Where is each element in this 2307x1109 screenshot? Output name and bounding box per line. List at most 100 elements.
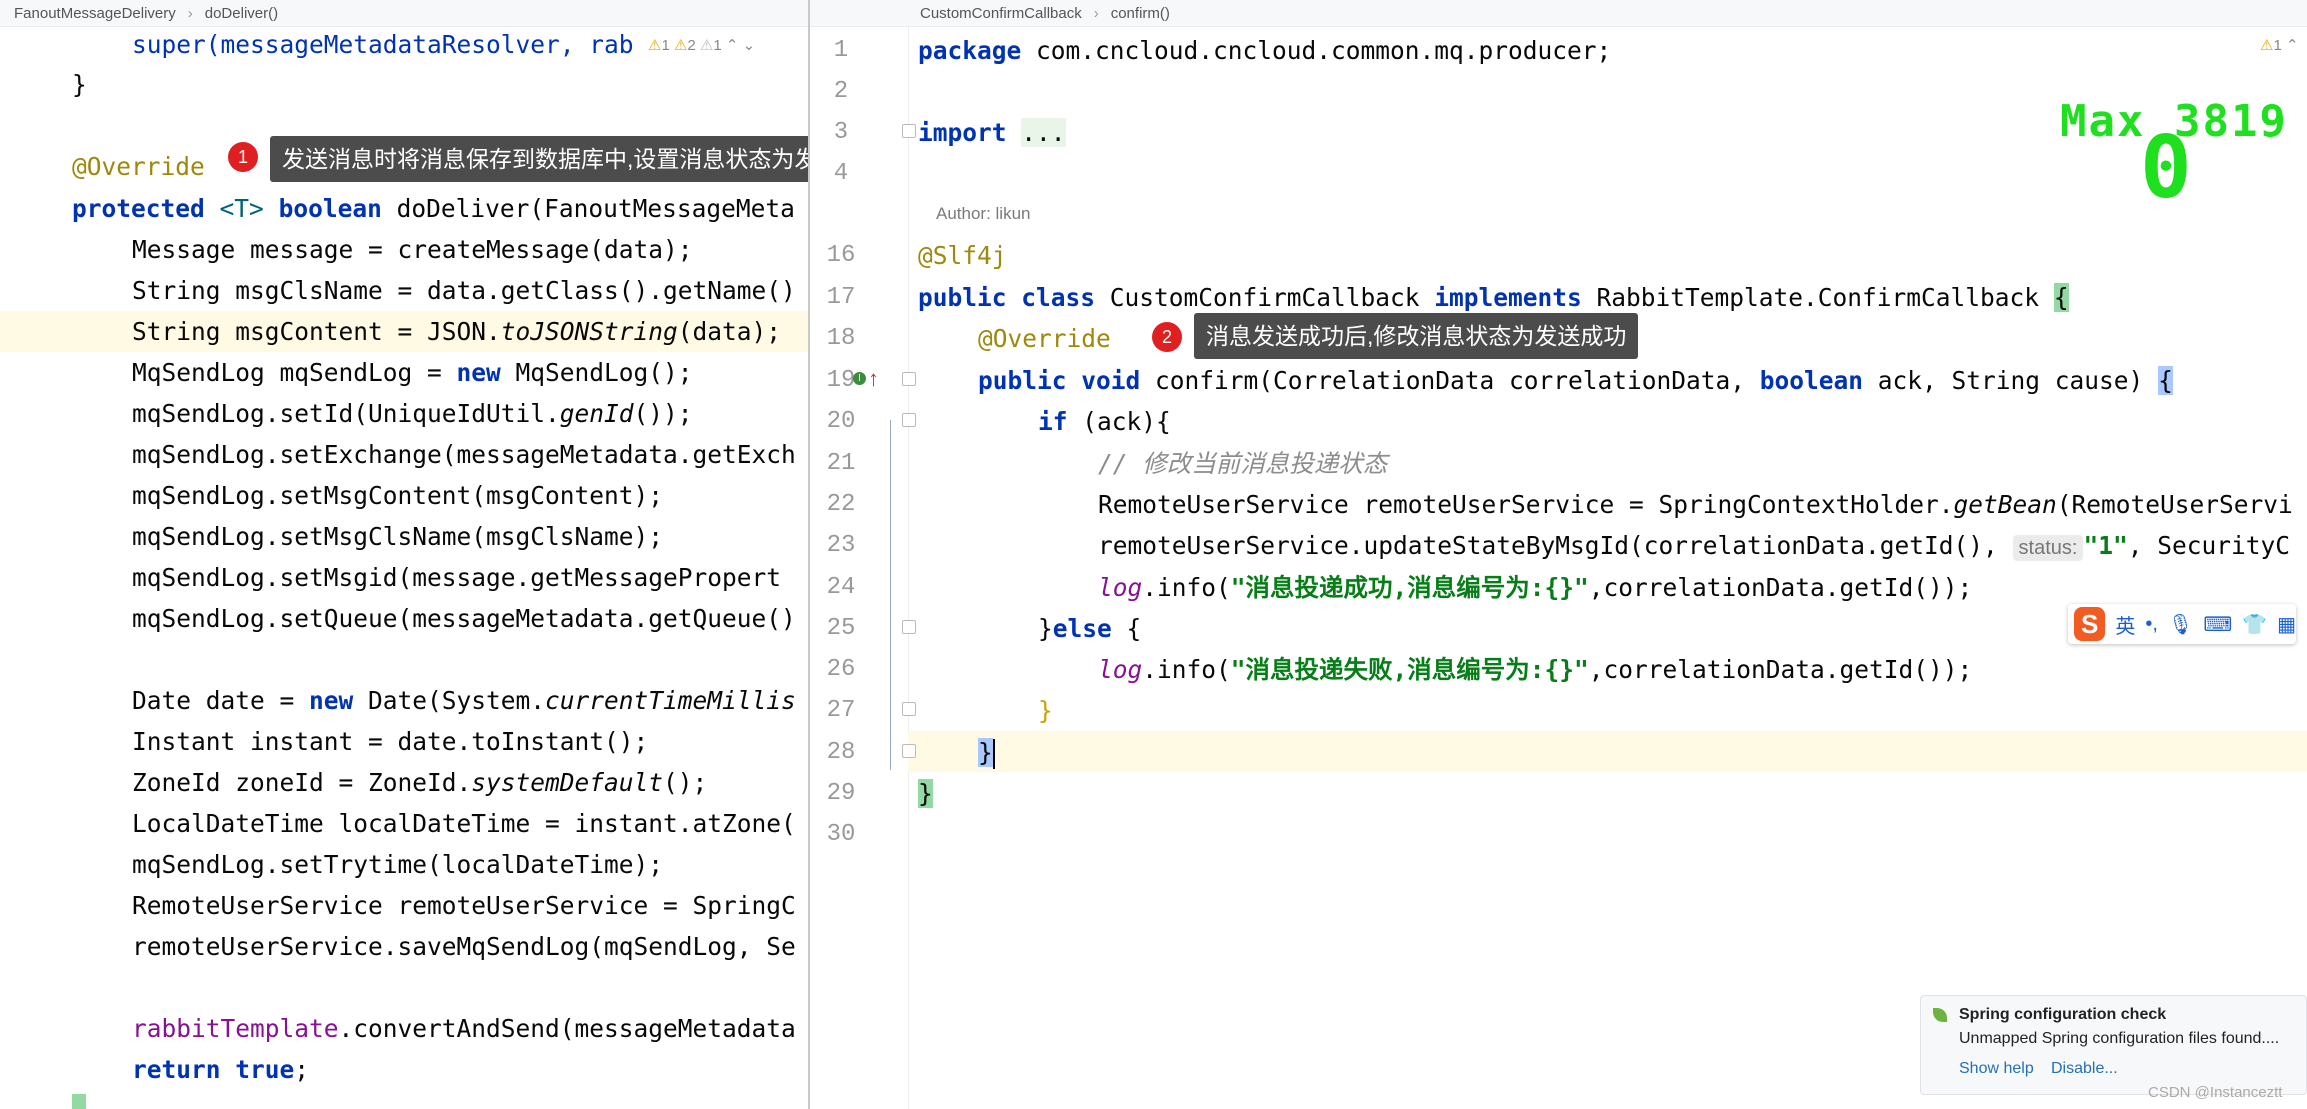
author-inlay[interactable]: Author: likun [936, 204, 1031, 224]
fold-icon[interactable] [902, 744, 916, 758]
breadcrumb-method[interactable]: confirm() [1111, 5, 1170, 22]
current-line-highlight [908, 731, 2307, 772]
breadcrumb: CustomConfirmCallback › confirm() [810, 0, 2307, 27]
code-token: rabbitTemplate [132, 1014, 339, 1043]
code-line[interactable]: log.info("消息投递成功,消息编号为:{}",correlationDa… [1098, 567, 1972, 608]
code-line[interactable]: String msgContent = JSON.toJSONString(da… [132, 311, 781, 352]
code-token: systemDefault [471, 768, 664, 797]
inspection-widget[interactable]: ⚠1 ⚠2 ⚠1 ⌃ ⌄ [648, 36, 755, 54]
code-line[interactable]: import ... [918, 112, 1066, 153]
fold-icon[interactable] [902, 620, 916, 634]
code-line[interactable]: mqSendLog.setMsgid(message.getMessagePro… [132, 557, 781, 598]
code-line[interactable]: @Slf4j [918, 235, 1007, 276]
code-line[interactable]: @Override [72, 146, 205, 187]
weak-warning-icon: ⚠ [699, 37, 714, 54]
code-line[interactable]: Instant instant = date.toInstant(); [132, 721, 648, 762]
code-line[interactable]: return true; [132, 1049, 309, 1090]
implements-gutter-icon[interactable]: I [853, 372, 866, 385]
warning-icon: ⚠ [673, 37, 688, 54]
ime-punctuation-toggle[interactable]: •, [2145, 613, 2158, 636]
left-editor-pane[interactable]: FanoutMessageDelivery › doDeliver() supe… [0, 0, 809, 1109]
line-number: 20 [826, 408, 856, 435]
code-line[interactable]: mqSendLog.setExchange(messageMetadata.ge… [132, 434, 796, 475]
disable-link[interactable]: Disable... [2051, 1060, 2118, 1078]
sogou-logo-icon[interactable]: S [2074, 607, 2106, 641]
ime-language-toggle[interactable]: 英 [2115, 610, 2135, 639]
code-line[interactable]: RemoteUserService remoteUserService = Sp… [1098, 484, 2293, 525]
code-line[interactable]: public class CustomConfirmCallback imple… [918, 277, 2069, 318]
code-line[interactable]: protected <T> boolean doDeliver(FanoutMe… [72, 188, 795, 229]
code-token: { [1111, 614, 1142, 643]
line-number: 17 [826, 284, 856, 311]
line-number: 21 [826, 450, 856, 477]
code-token: } [918, 779, 933, 808]
code-line[interactable]: String msgClsName = data.getClass().getN… [132, 270, 796, 311]
code-token: log [1098, 573, 1143, 602]
ime-toolbar[interactable]: S 英 •, 🎙 ⌨ 👕 ▦ [2068, 604, 2296, 644]
keyboard-icon[interactable]: ⌨ [2203, 612, 2232, 637]
code-line[interactable]: mqSendLog.setId(UniqueIdUtil.genId()); [132, 393, 693, 434]
code-token: CustomConfirmCallback [1095, 283, 1435, 312]
code-line[interactable]: Message message = createMessage(data); [132, 229, 693, 270]
microphone-icon[interactable]: 🎙 [2168, 612, 2193, 637]
chevron-up-icon[interactable]: ⌃ [2286, 37, 2299, 54]
fold-icon[interactable] [902, 413, 916, 427]
show-help-link[interactable]: Show help [1959, 1060, 2034, 1078]
inspection-widget[interactable]: ⚠1 ⌃ [2260, 36, 2299, 54]
code-token: remoteUserService.updateStateByMsgId(cor… [1098, 531, 2013, 560]
code-line[interactable]: }else { [1038, 608, 1141, 649]
breadcrumb-class[interactable]: FanoutMessageDelivery [14, 5, 176, 22]
score-overlay-value: 0 [2140, 118, 2192, 218]
code-line[interactable]: if (ack){ [1038, 401, 1171, 442]
code-line[interactable]: @Override [978, 318, 1111, 359]
code-token: "1" [2083, 531, 2128, 560]
code-line[interactable]: remoteUserService.updateStateByMsgId(cor… [1098, 525, 2290, 566]
code-line[interactable]: public void confirm(CorrelationData corr… [978, 360, 2173, 401]
code-line[interactable]: } [1038, 690, 1053, 731]
code-line[interactable]: MqSendLog mqSendLog = new MqSendLog(); [132, 352, 693, 393]
code-line[interactable]: mqSendLog.setMsgClsName(msgClsName); [132, 516, 663, 557]
code-line[interactable]: mqSendLog.setQueue(messageMetadata.getQu… [132, 598, 796, 639]
right-editor-pane[interactable]: CustomConfirmCallback › confirm() ⚠1 ⌃ 1… [810, 0, 2307, 1109]
code-token: protected [72, 194, 205, 223]
code-line[interactable]: mqSendLog.setTrytime(localDateTime); [132, 844, 663, 885]
code-line[interactable]: LocalDateTime localDateTime = instant.at… [132, 803, 796, 844]
breadcrumb-class[interactable]: CustomConfirmCallback [920, 5, 1082, 22]
code-line[interactable]: RemoteUserService remoteUserService = Sp… [132, 885, 796, 926]
code-token: package [918, 36, 1022, 65]
code-line[interactable]: mqSendLog.setMsgContent(msgContent); [132, 475, 663, 516]
notification-balloon[interactable]: Spring configuration check Unmapped Spri… [1920, 995, 2307, 1095]
code-line[interactable]: Date date = new Date(System.currentTimeM… [132, 680, 796, 721]
arrow-up-gutter-icon[interactable]: ↑ [868, 366, 879, 392]
breadcrumb-method[interactable]: doDeliver() [205, 5, 278, 22]
warning-count: 1 [2273, 37, 2282, 54]
code-line[interactable]: log.info("消息投递失败,消息编号为:{}",correlationDa… [1098, 649, 1972, 690]
folded-imports[interactable]: ... [1021, 118, 1066, 147]
code-line[interactable]: package com.cncloud.cncloud.common.mq.pr… [918, 30, 1611, 71]
fold-icon[interactable] [902, 124, 916, 138]
annotation-tooltip: 消息发送成功后,修改消息状态为发送成功 [1194, 313, 1639, 359]
code-line[interactable]: } [978, 732, 995, 773]
code-token: .convertAndSend(messageMetadata [338, 1014, 796, 1043]
code-line[interactable]: super(messageMetadataResolver, rab [132, 24, 634, 65]
code-token: .info( [1142, 655, 1231, 684]
code-line[interactable]: remoteUserService.saveMqSendLog(mqSendLo… [132, 926, 796, 967]
grid-icon[interactable]: ▦ [2277, 612, 2296, 637]
code-line[interactable]: ZoneId zoneId = ZoneId.systemDefault(); [132, 762, 707, 803]
code-comment[interactable]: // 修改当前消息投递状态 [1098, 443, 1387, 484]
code-line[interactable]: } [72, 64, 87, 105]
code-token: ,correlationData.getId()); [1588, 573, 1973, 602]
line-number: 30 [826, 821, 856, 848]
code-token: MqSendLog(); [500, 358, 693, 387]
chevron-up-icon[interactable]: ⌃ [726, 37, 739, 54]
code-line[interactable]: } [918, 773, 933, 814]
code-token: boolean [1759, 366, 1864, 395]
chevron-down-icon[interactable]: ⌄ [743, 37, 756, 54]
shirt-icon[interactable]: 👕 [2242, 612, 2267, 637]
notification-body: Unmapped Spring configuration files foun… [1959, 1030, 2280, 1047]
fold-icon[interactable] [902, 372, 916, 386]
notification-title: Spring configuration check [1959, 1006, 2167, 1023]
breadcrumb: FanoutMessageDelivery › doDeliver() [0, 0, 809, 27]
code-line[interactable]: rabbitTemplate.convertAndSend(messageMet… [132, 1008, 796, 1049]
fold-icon[interactable] [902, 702, 916, 716]
